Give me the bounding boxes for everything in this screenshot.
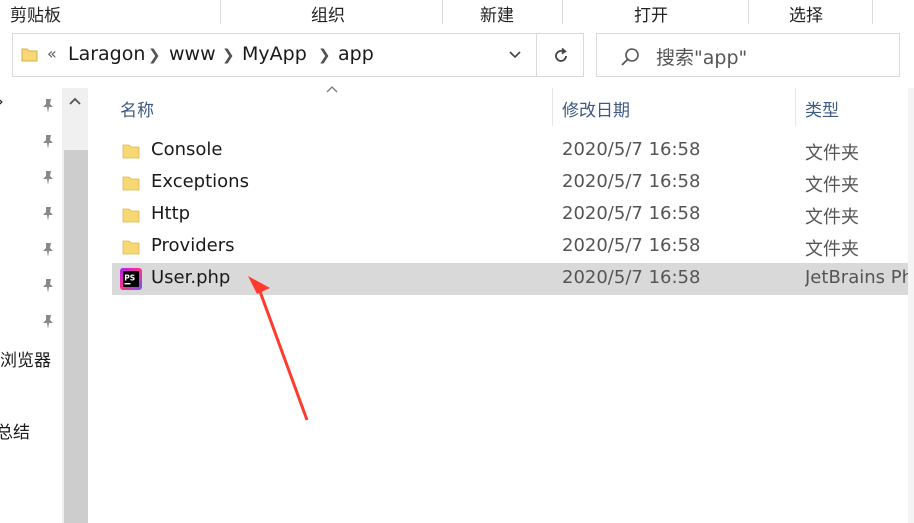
column-divider[interactable]	[795, 88, 796, 126]
file-type: JetBrains Php	[805, 267, 914, 288]
file-list: 名称 修改日期 类型 Console 2020/5/7 16:58 文件夹 Ex…	[92, 86, 914, 523]
phpstorm-icon: PS	[120, 268, 142, 290]
file-date: 2020/5/7 16:58	[562, 235, 701, 256]
breadcrumb-app[interactable]: app	[338, 43, 374, 65]
file-name: User.php	[151, 267, 231, 288]
scrollbar-thumb[interactable]	[64, 150, 88, 523]
file-name: Http	[151, 203, 191, 224]
navigation-scrollbar[interactable]	[62, 88, 88, 523]
file-row-providers[interactable]: Providers 2020/5/7 16:58 文件夹	[112, 231, 914, 263]
column-header-name[interactable]: 名称	[120, 88, 154, 128]
file-name: Exceptions	[151, 171, 249, 192]
pin-icon[interactable]	[41, 98, 55, 114]
scroll-up-icon[interactable]	[68, 96, 82, 106]
file-row-console[interactable]: Console 2020/5/7 16:58 文件夹	[112, 135, 914, 167]
file-row-exceptions[interactable]: Exceptions 2020/5/7 16:58 文件夹	[112, 167, 914, 199]
ribbon-bar: 剪贴板 组织 新建 打开 选择	[0, 0, 914, 26]
breadcrumb-separator-icon[interactable]: ❯	[148, 46, 161, 64]
file-date: 2020/5/7 16:58	[562, 171, 701, 192]
ribbon-group-organize[interactable]: 组织	[311, 1, 345, 26]
file-name: Providers	[151, 235, 235, 256]
ribbon-group-select[interactable]: 选择	[789, 1, 823, 26]
column-header-type[interactable]: 类型	[805, 88, 839, 128]
file-row-user-php[interactable]: PS User.php 2020/5/7 16:58 JetBrains Php	[112, 263, 914, 295]
ribbon-divider	[872, 0, 873, 24]
refresh-button[interactable]	[537, 33, 584, 77]
ribbon-group-clipboard[interactable]: 剪贴板	[10, 1, 61, 26]
file-date: 2020/5/7 16:58	[562, 267, 701, 288]
folder-icon	[122, 144, 140, 159]
pin-icon[interactable]	[41, 134, 55, 150]
svg-text:PS: PS	[124, 274, 135, 283]
nav-item-browser[interactable]: 浏览器	[0, 346, 51, 371]
search-placeholder: 搜索"app"	[656, 47, 748, 69]
file-date: 2020/5/7 16:58	[562, 139, 701, 160]
ribbon-group-open[interactable]: 打开	[634, 1, 668, 26]
breadcrumb-separator-icon[interactable]: ❯	[222, 46, 235, 64]
breadcrumb-separator-icon[interactable]: ❯	[318, 46, 331, 64]
address-bar[interactable]: « Laragon ❯ www ❯ MyApp ❯ app	[12, 33, 537, 77]
search-icon	[621, 48, 639, 66]
file-type: 文件夹	[805, 143, 859, 164]
pin-icon[interactable]	[41, 206, 55, 222]
file-date: 2020/5/7 16:58	[562, 203, 701, 224]
column-header-modified[interactable]: 修改日期	[562, 88, 630, 128]
ribbon-divider	[442, 0, 443, 24]
folder-icon	[122, 208, 140, 223]
nav-expand-arrow[interactable]: ›	[0, 92, 4, 112]
column-divider[interactable]	[552, 88, 553, 126]
ribbon-group-new[interactable]: 新建	[480, 1, 514, 26]
nav-item-summary[interactable]: 总结	[0, 418, 30, 443]
breadcrumb-myapp[interactable]: MyApp	[242, 43, 307, 65]
pin-icon[interactable]	[41, 242, 55, 258]
chevron-down-icon[interactable]	[507, 47, 523, 63]
sort-ascending-icon	[326, 86, 338, 93]
pin-icon[interactable]	[41, 314, 55, 330]
ribbon-divider	[748, 0, 749, 24]
folder-icon	[122, 240, 140, 255]
file-row-http[interactable]: Http 2020/5/7 16:58 文件夹	[112, 199, 914, 231]
ribbon-divider	[220, 0, 221, 24]
breadcrumb-www[interactable]: www	[169, 43, 216, 65]
list-scrollbar[interactable]	[908, 88, 914, 523]
folder-icon	[21, 48, 38, 62]
pin-icon[interactable]	[41, 170, 55, 186]
file-type: 文件夹	[805, 175, 859, 196]
file-name: Console	[151, 139, 223, 160]
refresh-icon	[555, 47, 567, 62]
breadcrumb-laragon[interactable]: Laragon	[68, 43, 145, 65]
file-type: 文件夹	[805, 207, 859, 228]
file-type: 文件夹	[805, 239, 859, 260]
search-box[interactable]: 搜索"app"	[596, 33, 900, 77]
address-overflow-chevron[interactable]: «	[47, 44, 57, 63]
ribbon-divider	[562, 0, 563, 24]
pin-icon[interactable]	[41, 278, 55, 294]
folder-icon	[122, 176, 140, 191]
